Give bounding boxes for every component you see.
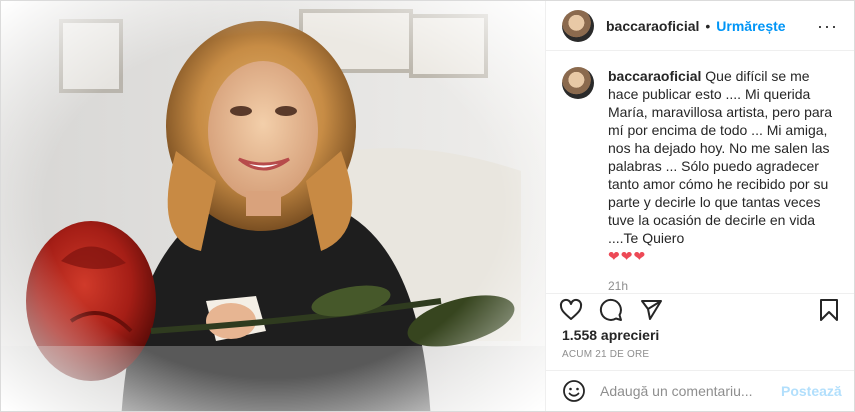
emoji-icon[interactable]: [562, 378, 586, 404]
caption-text: Que difícil se me hace publicar esto ...…: [608, 68, 833, 247]
instagram-post: baccaraoficial • Urmărește ··· baccaraof…: [0, 0, 855, 412]
avatar[interactable]: [562, 9, 594, 42]
caption-text-block: baccaraoficial Que difícil se me hace pu…: [608, 67, 838, 265]
caption: baccaraoficial Que difícil se me hace pu…: [546, 51, 854, 293]
heart-icon[interactable]: [558, 297, 584, 323]
bookmark-icon[interactable]: [816, 297, 842, 323]
caption-username[interactable]: baccaraoficial: [608, 68, 701, 84]
post-sidebar: baccaraoficial • Urmărește ··· baccaraof…: [546, 1, 854, 411]
post-image: [1, 1, 545, 411]
post-header: baccaraoficial • Urmărește ···: [546, 1, 854, 52]
caption-time[interactable]: 21h: [608, 279, 838, 293]
heart-emoji-icon: ❤❤❤: [608, 248, 647, 265]
post-photo[interactable]: [1, 1, 546, 411]
likes-count[interactable]: 1.558 aprecieri: [546, 327, 854, 343]
follow-button[interactable]: Urmărește: [716, 18, 785, 34]
share-icon[interactable]: [638, 297, 664, 323]
comment-input[interactable]: [600, 383, 781, 399]
post-comment-button[interactable]: Postează: [781, 383, 842, 399]
caption-avatar[interactable]: [562, 67, 594, 100]
post-timestamp[interactable]: ACUM 21 DE ORE: [546, 349, 854, 360]
more-icon[interactable]: ···: [817, 17, 838, 35]
comment-box: Postează: [546, 370, 854, 411]
separator-dot: •: [705, 17, 711, 34]
caption-body: baccaraoficial Que difícil se me hace pu…: [608, 67, 838, 293]
action-bar: [546, 293, 854, 325]
comment-icon[interactable]: [598, 297, 624, 323]
username-link[interactable]: baccaraoficial: [606, 18, 699, 34]
